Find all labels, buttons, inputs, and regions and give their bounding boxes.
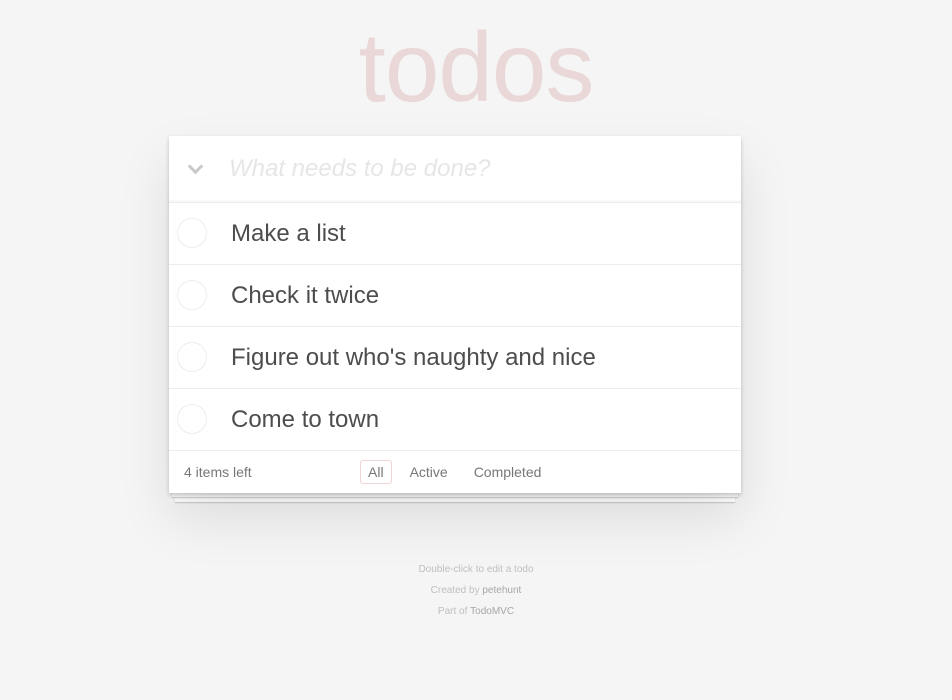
todo-toggle-checkbox[interactable]: [177, 404, 207, 434]
todo-label[interactable]: Figure out who's naughty and nice: [231, 327, 596, 388]
todo-footer: 4 items left All Active Completed: [169, 451, 741, 493]
edit-hint: Double-click to edit a todo: [418, 564, 534, 575]
todo-item[interactable]: Figure out who's naughty and nice: [169, 327, 741, 389]
created-by: Created by petehunt: [0, 580, 952, 601]
author-link[interactable]: petehunt: [482, 585, 521, 596]
created-by-prefix: Created by: [430, 585, 483, 596]
app-title: todos: [358, 12, 595, 122]
chevron-down-icon: [187, 158, 203, 174]
filter-completed[interactable]: Completed: [466, 460, 550, 484]
stack-shadow-bottom: [175, 497, 735, 502]
toggle-all-button[interactable]: [169, 136, 221, 202]
todo-app: Make a list Check it twice Figure out wh…: [169, 136, 741, 493]
items-left-count: 4 items left: [184, 464, 252, 480]
new-todo-input[interactable]: [229, 136, 729, 202]
todo-item[interactable]: Check it twice: [169, 265, 741, 327]
todo-label[interactable]: Check it twice: [231, 265, 379, 326]
todo-label[interactable]: Make a list: [231, 203, 346, 264]
filter-active[interactable]: Active: [402, 460, 456, 484]
todo-list: Make a list Check it twice Figure out wh…: [169, 203, 741, 451]
todo-item[interactable]: Make a list: [169, 203, 741, 265]
info-footer: Double-click to edit a todo Created by p…: [0, 559, 952, 622]
todo-header: [169, 136, 741, 203]
part-of: Part of TodoMVC: [0, 601, 952, 622]
todo-toggle-checkbox[interactable]: [177, 218, 207, 248]
filter-tabs: All Active Completed: [360, 460, 549, 484]
part-of-prefix: Part of: [437, 606, 471, 617]
todo-label[interactable]: Come to town: [231, 389, 379, 450]
todo-toggle-checkbox[interactable]: [177, 342, 207, 372]
todomvc-link[interactable]: TodoMVC: [470, 606, 514, 617]
todo-toggle-checkbox[interactable]: [177, 280, 207, 310]
todo-item[interactable]: Come to town: [169, 389, 741, 451]
filter-all[interactable]: All: [360, 460, 392, 484]
